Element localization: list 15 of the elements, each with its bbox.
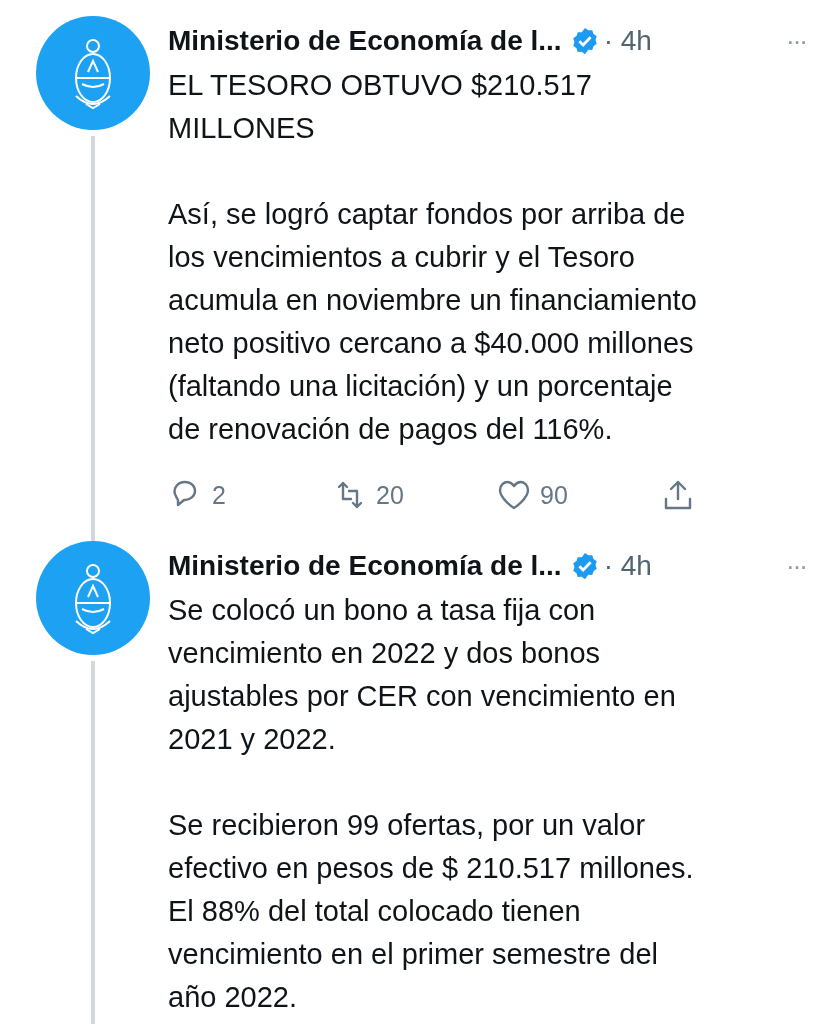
- avatar-emblem-icon[interactable]: [36, 16, 150, 130]
- reply-button[interactable]: 2: [168, 477, 332, 513]
- tweet-text: Así, se logró captar fondos por arriba de los vencimientos a cubrir y el Tesoro acumula en noviembre un financiamiento neto positivo cercano a $40.000 millones (faltando una licitación) y un porcentaje de renovación de pagos del 116%.: [168, 197, 698, 447]
- author-name[interactable]: Ministerio de Economía de l...: [168, 550, 562, 582]
- retweet-button[interactable]: 20: [332, 477, 496, 513]
- author-name[interactable]: Ministerio de Economía de l...: [168, 25, 562, 57]
- tweet-text: Se recibieron 99 ofertas, por un valor efectivo en pesos de $ 210.517 millones. El 88% del total colocado tienen vencimiento en el primer semestre del año 2022.: [168, 808, 695, 1015]
- more-menu[interactable]: ···: [786, 550, 806, 582]
- more-menu[interactable]: ···: [786, 25, 806, 57]
- tweet-time: · 4h: [603, 550, 652, 582]
- tweet-text: EL TESORO OBTUVO $210.517 MILLONES: [168, 68, 593, 146]
- like-button[interactable]: 90: [496, 477, 660, 513]
- tweet-time: · 4h: [603, 25, 652, 57]
- avatar-emblem-icon[interactable]: [36, 541, 150, 655]
- tweet-text: Se colocó un bono a tasa fija con vencimiento en 2022 y dos bonos ajustables por CER con vencimiento en 2021 y 2022.: [168, 593, 677, 757]
